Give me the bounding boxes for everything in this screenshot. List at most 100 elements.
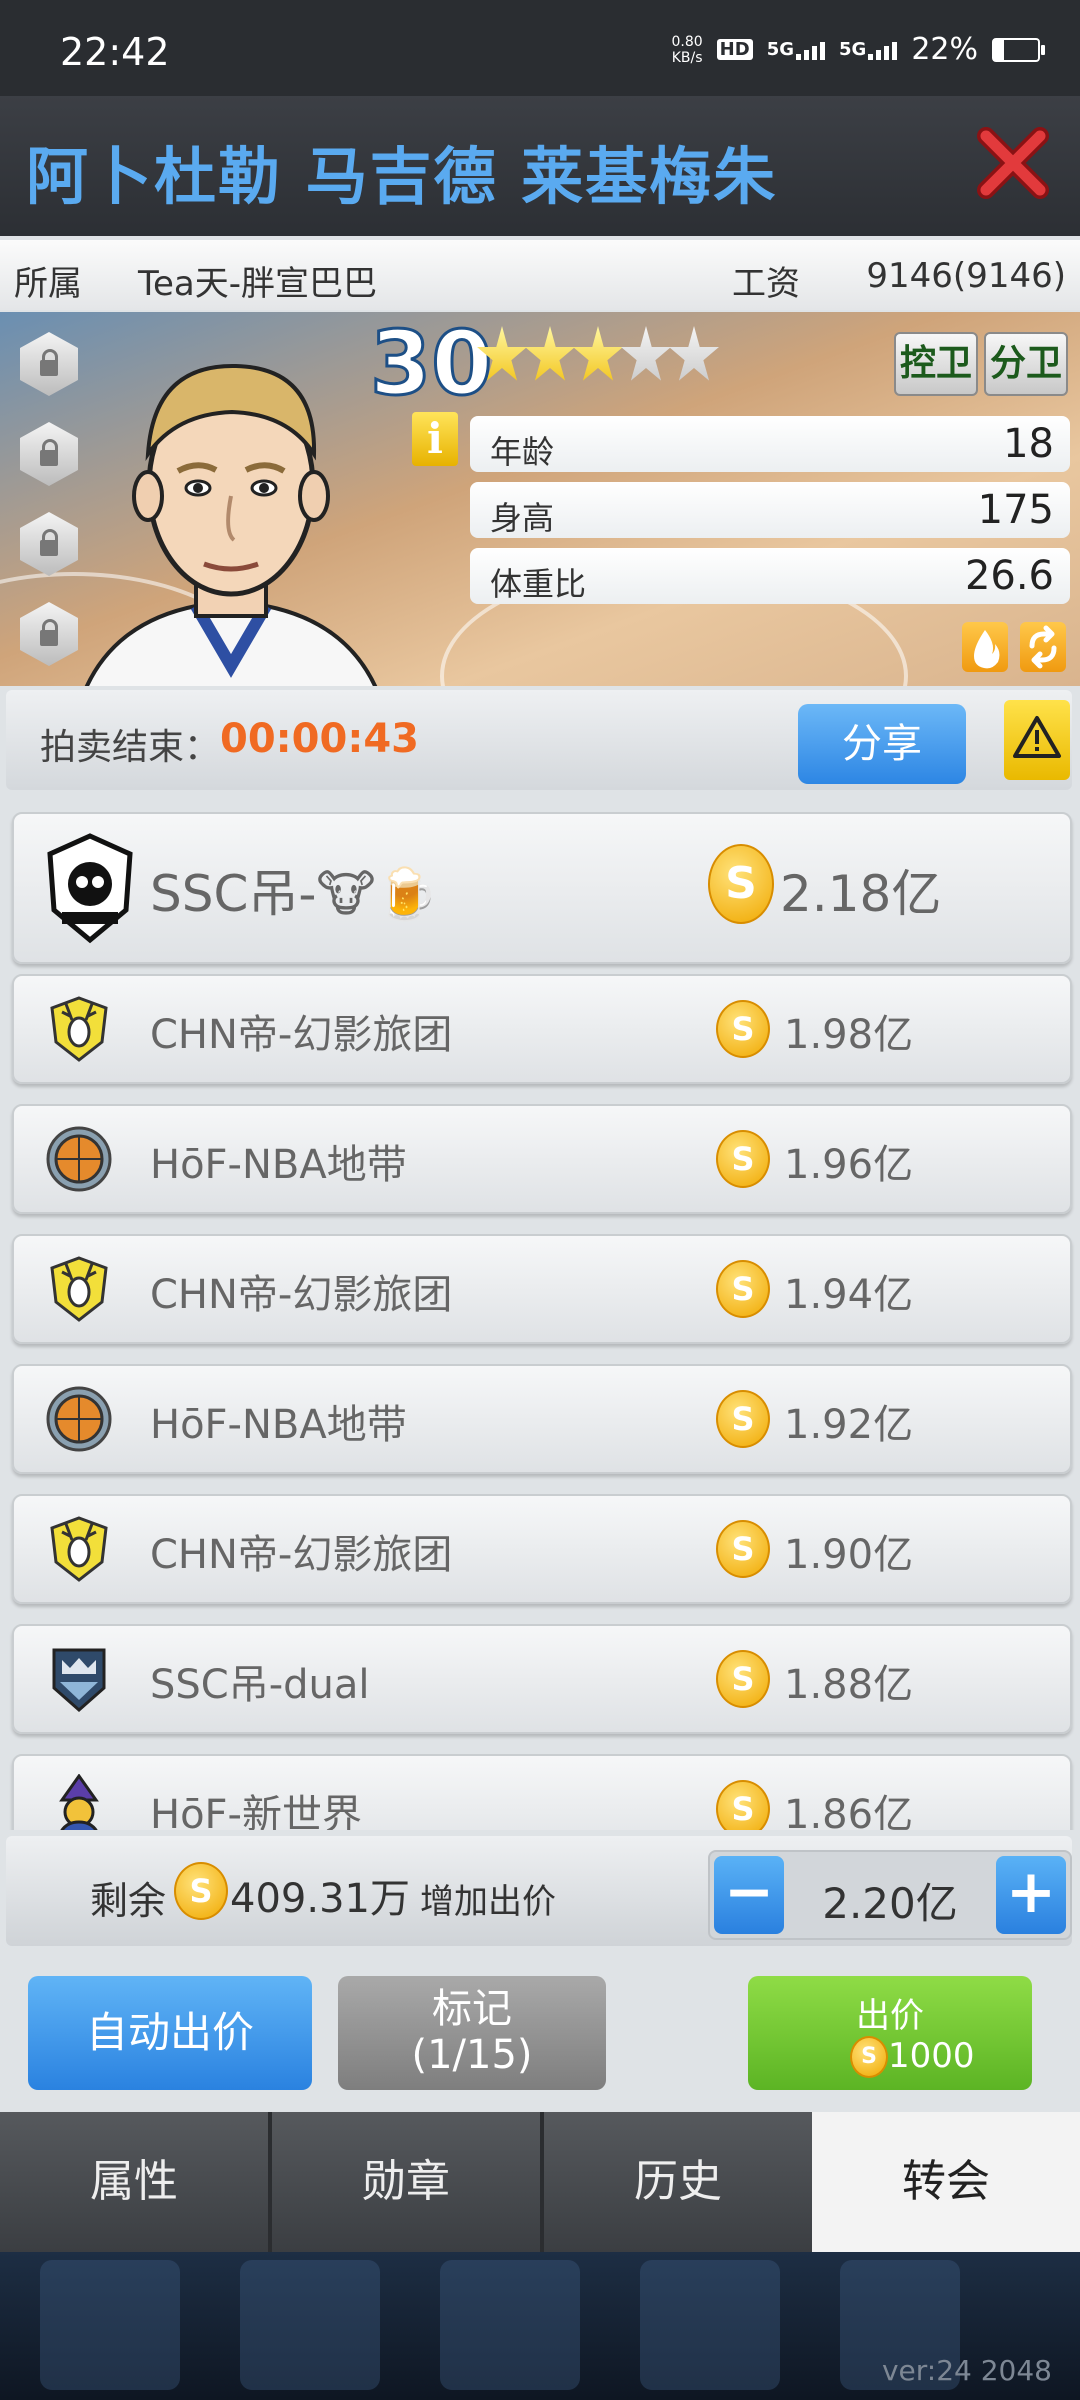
bid-team-name: CHN帝-幻影旅团 bbox=[150, 1532, 453, 1578]
star-rating bbox=[476, 326, 719, 386]
team-label: 所属 bbox=[14, 264, 82, 304]
player-nav-icon[interactable] bbox=[440, 2260, 580, 2390]
bid-amount: 1.98亿 bbox=[784, 1012, 914, 1058]
player-card: 30 控卫 分卫 i 年龄 18 身高 175 体重比 26.6 bbox=[0, 312, 1080, 686]
bid-row[interactable]: HōF-NBA地带 S 1.96亿 bbox=[12, 1104, 1072, 1214]
deer-shield-logo bbox=[50, 996, 108, 1062]
player-avatar bbox=[84, 363, 378, 686]
close-icon[interactable] bbox=[976, 126, 1050, 200]
title-bar: 阿卜杜勒 马吉德 莱基梅朱 bbox=[0, 96, 1080, 236]
deer-shield-logo bbox=[50, 1256, 108, 1322]
coin-icon: S bbox=[716, 1000, 770, 1058]
coin-icon: S bbox=[850, 2036, 888, 2078]
basketball-logo bbox=[46, 1386, 112, 1452]
remaining-value: 409.31万 bbox=[230, 1876, 410, 1922]
tab-bar: 属性 勋章 历史 转会 bbox=[0, 2112, 1080, 2252]
bid-team-name: SSC吊-dual bbox=[150, 1662, 370, 1708]
tab-attributes[interactable]: 属性 bbox=[0, 2112, 272, 2252]
coin-icon: S bbox=[174, 1862, 228, 1920]
auction-end-label: 拍卖结束： bbox=[40, 727, 221, 768]
bid-amount: 1.96亿 bbox=[784, 1142, 914, 1188]
battery-percent: 22% bbox=[911, 32, 978, 67]
bid-row[interactable]: HōF-NBA地带 S 1.92亿 bbox=[12, 1364, 1072, 1474]
auction-bar: 拍卖结束： 00:00:43 分享 bbox=[6, 690, 1072, 790]
bid-team-name: HōF-新世界 bbox=[150, 1792, 362, 1830]
stat-age: 年龄 18 bbox=[470, 416, 1070, 472]
money-nav-icon[interactable] bbox=[240, 2260, 380, 2390]
decrease-button[interactable]: − bbox=[714, 1856, 784, 1934]
bid-row[interactable]: CHN帝-幻影旅团 S 1.98亿 bbox=[12, 974, 1072, 1084]
lock-icon[interactable] bbox=[20, 332, 78, 396]
stats-nav-icon[interactable] bbox=[640, 2260, 780, 2390]
star-filled-icon bbox=[477, 326, 527, 381]
star-filled-icon bbox=[573, 326, 623, 381]
lock-icon[interactable] bbox=[20, 512, 78, 576]
bid-amount: 1.86亿 bbox=[784, 1792, 914, 1830]
star-filled-icon bbox=[525, 326, 575, 381]
mark-button[interactable]: 标记 (1/15) bbox=[338, 1976, 606, 2090]
star-empty-icon bbox=[669, 326, 719, 381]
bid-amount: 1.94亿 bbox=[784, 1272, 914, 1318]
warning-icon[interactable] bbox=[1004, 700, 1070, 780]
deer-shield-logo bbox=[50, 1516, 108, 1582]
tab-history[interactable]: 历史 bbox=[544, 2112, 816, 2252]
hd-icon: HD bbox=[716, 39, 753, 60]
coin-icon: S bbox=[716, 1650, 770, 1708]
player-level: 30 bbox=[368, 312, 493, 417]
remaining-label: 剩余 bbox=[90, 1879, 167, 1923]
refresh-icon[interactable] bbox=[1020, 622, 1066, 672]
bid-list[interactable]: SSC吊-🐮🍺 S 2.18亿 CHN帝-幻影旅团 S 1.98亿 HōF-NB… bbox=[0, 800, 1080, 1830]
coin-icon: S bbox=[716, 1520, 770, 1578]
bid-row[interactable]: CHN帝-幻影旅团 S 1.90亿 bbox=[12, 1494, 1072, 1604]
bid-team-name: CHN帝-幻影旅团 bbox=[150, 1012, 453, 1058]
bottom-nav: ver:24 2048 bbox=[0, 2252, 1080, 2400]
version-text: ver:24 2048 bbox=[881, 2354, 1052, 2387]
salary-value: 9146(9146) bbox=[866, 256, 1066, 296]
bid-team-name: HōF-NBA地带 bbox=[150, 1402, 407, 1448]
network-speed: 0.80 KB/s bbox=[671, 33, 703, 66]
crown-shield-logo bbox=[52, 1648, 106, 1712]
status-bar: 22:42 0.80 KB/s HD 5G 5G 22% bbox=[0, 0, 1080, 96]
bid-amount: 2.18亿 bbox=[780, 865, 942, 923]
bid-value: 2.20亿 bbox=[822, 1879, 958, 1928]
position-badge-sg[interactable]: 分卫 bbox=[984, 332, 1068, 396]
bid-row[interactable]: HōF-新世界 S 1.86亿 bbox=[12, 1754, 1072, 1830]
signal-sim1-icon: 5G bbox=[767, 39, 825, 60]
bid-button-label: 出价 bbox=[856, 1996, 924, 2036]
coin-icon: S bbox=[716, 1260, 770, 1318]
bid-row[interactable]: SSC吊-dual S 1.88亿 bbox=[12, 1624, 1072, 1734]
place-bid-button[interactable]: 出价 S 1000 bbox=[748, 1976, 1032, 2090]
stat-weight-ratio: 体重比 26.6 bbox=[470, 548, 1070, 604]
bid-amount: 1.90亿 bbox=[784, 1532, 914, 1578]
wizard-logo bbox=[59, 1774, 99, 1830]
signal-sim2-icon: 5G bbox=[839, 39, 898, 60]
team-nav-icon[interactable] bbox=[40, 2260, 180, 2390]
coin-icon: S bbox=[708, 844, 774, 924]
tab-badges[interactable]: 勋章 bbox=[272, 2112, 544, 2252]
bid-amount: 1.88亿 bbox=[784, 1662, 914, 1708]
position-badge-pg[interactable]: 控卫 bbox=[894, 332, 978, 396]
tab-transfer[interactable]: 转会 bbox=[812, 2112, 1080, 2252]
coin-icon: S bbox=[716, 1780, 770, 1830]
info-row: 所属 Tea天-胖宣巴巴 工资 9146(9146) bbox=[0, 240, 1080, 310]
fire-icon[interactable] bbox=[962, 622, 1008, 672]
increase-bid-label: 增加出价 bbox=[420, 1882, 556, 1922]
salary-label: 工资 bbox=[732, 264, 800, 304]
auto-bid-button[interactable]: 自动出价 bbox=[28, 1976, 312, 2090]
increase-button[interactable]: + bbox=[996, 1856, 1066, 1934]
bid-row[interactable]: SSC吊-🐮🍺 S 2.18亿 bbox=[12, 812, 1072, 964]
battery-icon bbox=[992, 37, 1045, 62]
bid-team-name: CHN帝-幻影旅团 bbox=[150, 1272, 453, 1318]
info-icon[interactable]: i bbox=[412, 412, 458, 466]
stat-height: 身高 175 bbox=[470, 482, 1070, 538]
share-button[interactable]: 分享 bbox=[798, 704, 966, 784]
player-name: 阿卜杜勒 马吉德 莱基梅朱 bbox=[26, 140, 778, 213]
lock-icon[interactable] bbox=[20, 422, 78, 486]
team-value: Tea天-胖宣巴巴 bbox=[138, 264, 378, 304]
coin-icon: S bbox=[716, 1130, 770, 1188]
skull-crest-logo bbox=[47, 833, 133, 944]
basketball-logo bbox=[46, 1126, 112, 1192]
bid-row[interactable]: CHN帝-幻影旅团 S 1.94亿 bbox=[12, 1234, 1072, 1344]
clock: 22:42 bbox=[60, 30, 170, 74]
bid-control-bar: 剩余 S 409.31万 增加出价 − 2.20亿 + bbox=[6, 1836, 1072, 1946]
